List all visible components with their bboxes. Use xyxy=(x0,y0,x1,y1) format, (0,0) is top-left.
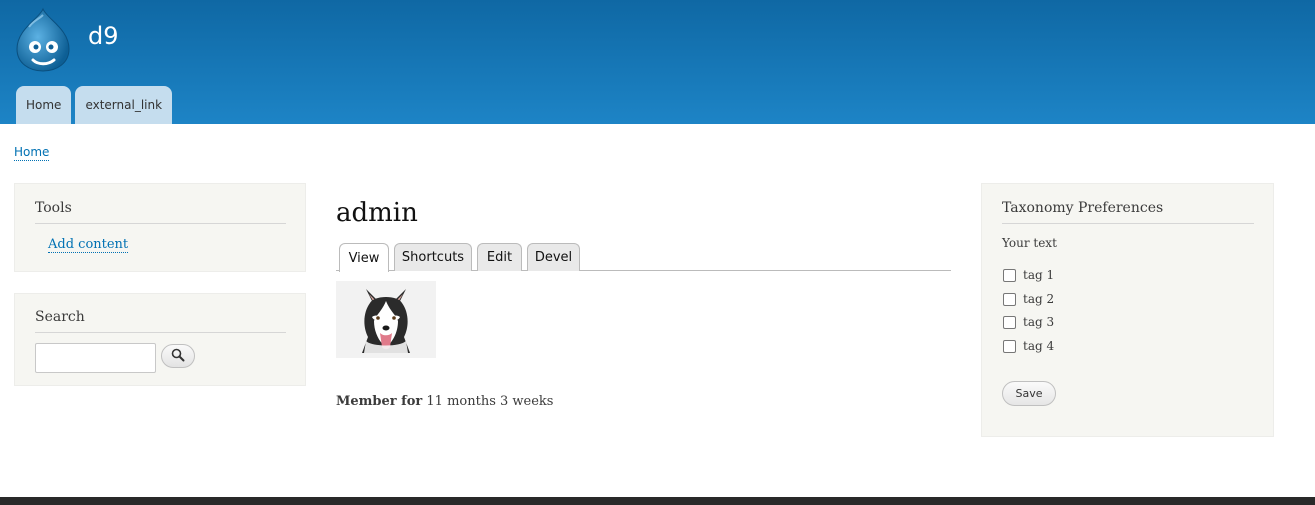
add-content-link[interactable]: Add content xyxy=(48,237,129,253)
tag-option[interactable]: tag 1 xyxy=(1003,268,1054,282)
breadcrumb-home[interactable]: Home xyxy=(14,145,50,161)
menu-tab-home[interactable]: Home xyxy=(16,86,72,124)
footer-bar xyxy=(0,497,1315,505)
search-button[interactable] xyxy=(161,344,195,368)
site-name[interactable]: d9 xyxy=(88,22,119,50)
search-input[interactable] xyxy=(35,343,156,373)
taxonomy-divider xyxy=(1002,223,1254,224)
drupal-drop-icon[interactable] xyxy=(13,7,73,73)
tag-option[interactable]: tag 2 xyxy=(1003,292,1054,306)
taxonomy-preferences-block: Taxonomy Preferences Your text tag 1 tag… xyxy=(981,183,1274,437)
member-for-label: Member for xyxy=(336,394,423,409)
local-tabs: View Shortcuts Edit Devel xyxy=(336,242,951,272)
page-title: admin xyxy=(336,198,418,228)
tag-checkbox[interactable] xyxy=(1003,292,1016,306)
member-for: Member for 11 months 3 weeks xyxy=(336,394,553,409)
tools-divider xyxy=(35,223,286,224)
tag-checkbox[interactable] xyxy=(1003,339,1016,353)
tools-block: Tools Add content xyxy=(14,183,306,272)
site-header: d9 Home external_link xyxy=(0,0,1315,124)
tag-option[interactable]: tag 4 xyxy=(1003,339,1054,353)
menu-tab-external-link[interactable]: external_link xyxy=(75,86,173,124)
save-button[interactable]: Save xyxy=(1002,381,1056,406)
tools-title: Tools xyxy=(35,200,72,216)
tag-label: tag 2 xyxy=(1023,292,1055,306)
tab-devel[interactable]: Devel xyxy=(527,243,580,271)
search-title: Search xyxy=(35,309,85,325)
tag-label: tag 3 xyxy=(1023,315,1055,329)
tag-option[interactable]: tag 3 xyxy=(1003,315,1054,329)
taxonomy-subtitle: Your text xyxy=(1002,236,1057,250)
search-icon xyxy=(171,347,185,366)
search-block: Search xyxy=(14,293,306,386)
tag-label: tag 1 xyxy=(1023,268,1055,282)
member-for-value: 11 months 3 weeks xyxy=(426,394,554,409)
taxonomy-title: Taxonomy Preferences xyxy=(1002,200,1164,216)
main-menu: Home external_link xyxy=(16,86,173,124)
tag-checkbox[interactable] xyxy=(1003,315,1016,329)
tab-view[interactable]: View xyxy=(339,243,389,272)
search-divider xyxy=(35,332,286,333)
tab-shortcuts[interactable]: Shortcuts xyxy=(394,243,472,271)
tag-label: tag 4 xyxy=(1023,339,1055,353)
tab-edit[interactable]: Edit xyxy=(477,243,522,271)
tag-checkbox[interactable] xyxy=(1003,268,1016,282)
user-avatar xyxy=(336,281,436,358)
